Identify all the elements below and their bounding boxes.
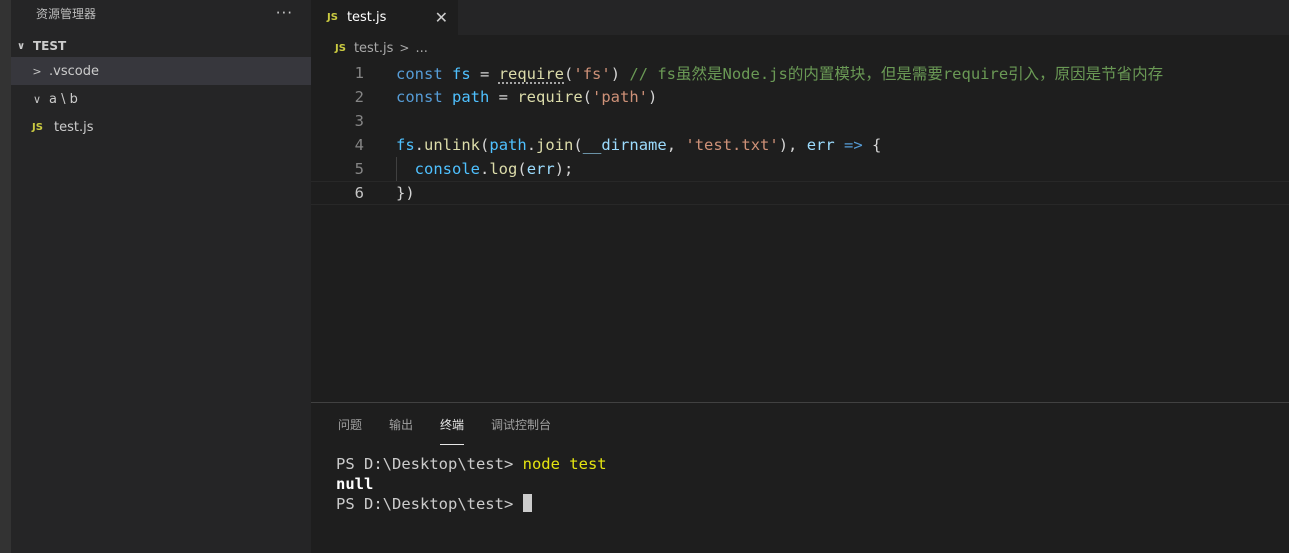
- terminal-line: PS D:\Desktop\test> node test: [336, 454, 1289, 474]
- js-file-icon: JS: [335, 42, 346, 54]
- line-content: fs.unlink(path.join(__dirname, 'test.txt…: [396, 136, 882, 154]
- tree-item-test-js[interactable]: JS test.js: [11, 113, 311, 141]
- tree-item-label: .vscode: [49, 63, 99, 79]
- chevron-down-icon: ∨: [32, 92, 42, 106]
- code-line: 5 console.log(err);: [311, 157, 1289, 181]
- chevron-right-icon: >: [32, 64, 42, 78]
- tab-debug-console[interactable]: 调试控制台: [491, 403, 551, 445]
- breadcrumb: JS test.js > ...: [311, 35, 1289, 61]
- tree-item-a-b[interactable]: ∨ a \ b: [11, 85, 311, 113]
- tree-item-vscode[interactable]: > .vscode: [11, 57, 311, 85]
- bottom-panel: 问题 输出 终端 调试控制台 PS D:\Desktop\test> node …: [311, 402, 1289, 553]
- tab-output[interactable]: 输出: [389, 403, 413, 445]
- line-number: 2: [354, 88, 364, 106]
- indent-guide: [396, 157, 397, 181]
- explorer-title: 资源管理器: [36, 6, 97, 21]
- workspace-section[interactable]: ∨ TEST: [11, 35, 311, 57]
- terminal-prompt: PS D:\Desktop\test>: [336, 455, 523, 473]
- line-content: const fs = require('fs') // fs虽然是Node.js…: [396, 65, 1164, 83]
- editor-area: JS test.js ✕ JS test.js > ... 1 const fs…: [311, 0, 1289, 402]
- code-line: 2 const path = require('path'): [311, 85, 1289, 109]
- js-file-icon: JS: [327, 12, 338, 23]
- close-icon[interactable]: ✕: [435, 8, 448, 27]
- editor-tabbar: JS test.js ✕: [311, 0, 1289, 35]
- chevron-down-icon: ∨: [17, 40, 26, 52]
- chevron-right-icon: >: [399, 41, 410, 55]
- js-file-icon: JS: [32, 121, 43, 133]
- code-line-current: 6 }): [311, 181, 1289, 205]
- explorer-sidebar: 资源管理器 ··· ∨ TEST > .vscode ∨ a \ b JS te…: [11, 0, 311, 553]
- file-tree: > .vscode ∨ a \ b JS test.js: [11, 57, 311, 141]
- code-line: 1 const fs = require('fs') // fs虽然是Node.…: [311, 61, 1289, 85]
- explorer-header: 资源管理器 ···: [11, 0, 311, 26]
- line-number: 3: [354, 112, 364, 130]
- tree-item-label: test.js: [54, 119, 94, 135]
- code-line: 4 fs.unlink(path.join(__dirname, 'test.t…: [311, 133, 1289, 157]
- line-content: const path = require('path'): [396, 88, 658, 106]
- terminal-cursor: [522, 494, 532, 512]
- line-number: 1: [354, 64, 364, 82]
- tab-terminal[interactable]: 终端: [440, 403, 465, 445]
- tree-item-label: a \ b: [49, 91, 78, 107]
- tab-label: test.js: [346, 10, 387, 25]
- line-number: 5: [354, 160, 364, 178]
- terminal-output: null: [336, 475, 374, 493]
- line-number: 4: [354, 136, 364, 154]
- line-number: 6: [354, 184, 364, 202]
- tab-test-js[interactable]: JS test.js ✕: [311, 0, 458, 35]
- terminal-line: PS D:\Desktop\test>: [336, 494, 1289, 514]
- code-editor[interactable]: 1 const fs = require('fs') // fs虽然是Node.…: [311, 61, 1289, 205]
- activity-bar: [0, 0, 11, 553]
- terminal-line: null: [336, 474, 1289, 494]
- workspace-title: TEST: [33, 39, 67, 53]
- line-content: }): [396, 184, 415, 202]
- tab-problems[interactable]: 问题: [338, 403, 362, 445]
- breadcrumb-file[interactable]: test.js: [354, 41, 393, 56]
- more-actions-icon[interactable]: ···: [276, 4, 293, 22]
- terminal-prompt: PS D:\Desktop\test>: [336, 495, 523, 513]
- code-line: 3: [311, 109, 1289, 133]
- terminal[interactable]: PS D:\Desktop\test> node test null PS D:…: [311, 445, 1289, 514]
- terminal-command: node test: [522, 455, 607, 473]
- breadcrumb-symbol[interactable]: ...: [415, 41, 427, 56]
- panel-tabs: 问题 输出 终端 调试控制台: [311, 403, 1289, 445]
